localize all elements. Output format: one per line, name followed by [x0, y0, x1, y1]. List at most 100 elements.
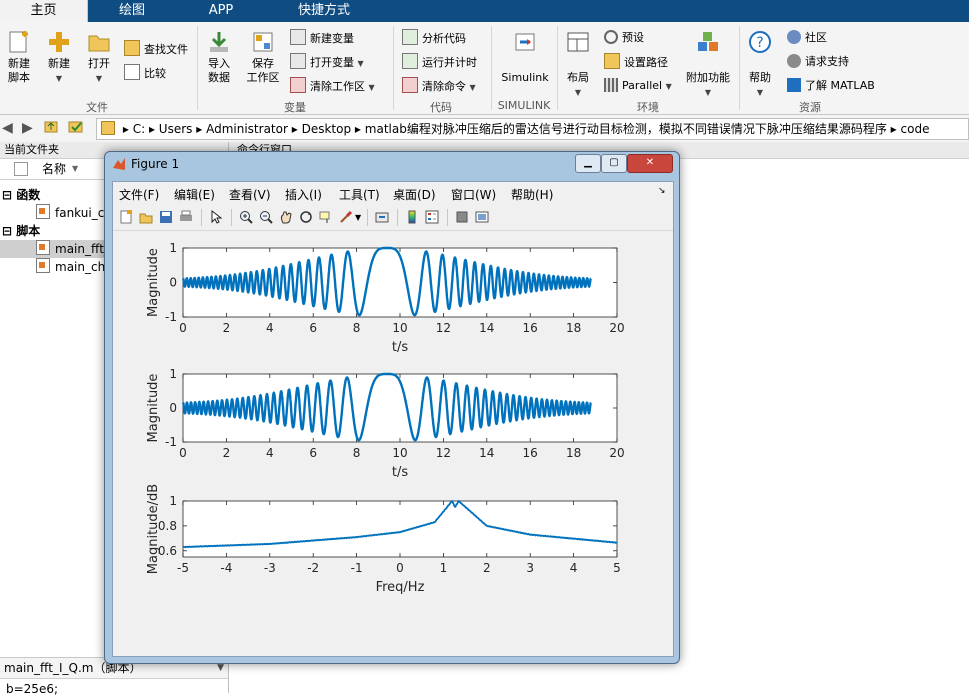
- parallel-button[interactable]: Parallel ▼: [604, 77, 672, 95]
- close-icon[interactable]: ✕: [627, 154, 673, 173]
- data-cursor-icon[interactable]: [319, 210, 333, 224]
- path-segment[interactable]: Desktop: [302, 122, 352, 136]
- figure-axes-canvas[interactable]: 0 2 4 6 8 10 12 14 16 18 20-101t/sMagnitude0 2 4 6 8 10…: [113, 231, 673, 655]
- open-file-icon[interactable]: [139, 210, 153, 224]
- community-button[interactable]: 社区: [787, 29, 827, 47]
- clear-workspace-button[interactable]: 清除工作区 ▼: [290, 77, 375, 95]
- request-support-button[interactable]: 请求支持: [787, 53, 849, 71]
- new-figure-icon[interactable]: [119, 210, 133, 224]
- path-segment[interactable]: C:: [133, 122, 145, 136]
- clear-workspace-icon: [290, 77, 306, 93]
- open-variable-button[interactable]: 打开变量 ▼: [290, 53, 364, 71]
- import-data-label: 导入 数据: [208, 57, 230, 84]
- list-item-selected[interactable]: main_fft_: [0, 240, 110, 258]
- menu-help[interactable]: 帮助(H): [511, 186, 553, 203]
- list-item[interactable]: fankui_ca: [36, 204, 112, 222]
- toolbar-divider: [367, 209, 368, 226]
- clear-commands-button[interactable]: 清除命令 ▼: [402, 77, 476, 95]
- pointer-icon[interactable]: [209, 210, 223, 224]
- link-icon[interactable]: [375, 210, 389, 224]
- analyze-code-label: 分析代码: [422, 32, 466, 45]
- list-item[interactable]: main_chi: [36, 258, 109, 276]
- save-workspace-button[interactable]: 保存 工作区: [244, 30, 282, 85]
- analyze-code-button[interactable]: 分析代码: [402, 29, 466, 47]
- set-path-button[interactable]: 设置路径: [604, 53, 668, 71]
- tree-group-functions[interactable]: ⊟ 函数: [2, 186, 40, 204]
- figure-title-bar[interactable]: Figure 1 ▁ ▢ ✕: [105, 152, 679, 178]
- path-segment[interactable]: Administrator: [206, 122, 288, 136]
- x-tick-label: 4: [266, 321, 274, 335]
- find-files-button[interactable]: 查找文件: [124, 40, 188, 58]
- community-icon: [787, 30, 801, 44]
- axes-box: [182, 500, 618, 558]
- path-segment[interactable]: Users: [159, 122, 193, 136]
- layout-label: 布局: [567, 71, 589, 84]
- y-tick-label: 0: [169, 276, 177, 290]
- learn-matlab-button[interactable]: 了解 MATLAB: [787, 77, 875, 95]
- maximize-icon[interactable]: ▢: [601, 154, 627, 173]
- folder-icon: [86, 30, 112, 54]
- print-icon[interactable]: [179, 210, 193, 224]
- new-variable-button[interactable]: 新建变量: [290, 29, 354, 47]
- menu-window[interactable]: 窗口(W): [451, 186, 496, 203]
- hide-plot-tools-icon[interactable]: [455, 210, 469, 224]
- zoom-in-icon[interactable]: [239, 210, 253, 224]
- menu-tools[interactable]: 工具(T): [339, 186, 380, 203]
- forward-arrow-icon[interactable]: ▶: [22, 120, 33, 136]
- preferences-button[interactable]: 预设: [604, 29, 644, 47]
- x-tick-label: 14: [479, 446, 494, 460]
- path-segment[interactable]: code: [901, 122, 930, 136]
- menu-desktop[interactable]: 桌面(D): [393, 186, 436, 203]
- minimize-icon[interactable]: ▁: [575, 154, 601, 173]
- figure-window[interactable]: Figure 1 ▁ ▢ ✕ 文件(F) 编辑(E) 查看(V) 插入(I) 工…: [104, 151, 680, 664]
- addons-button[interactable]: 附加功能 ▼: [684, 30, 732, 100]
- tab-plots[interactable]: 绘图: [88, 0, 176, 22]
- collapse-icon[interactable]: ⊟: [2, 188, 16, 202]
- open-variable-icon: [290, 53, 306, 69]
- menu-insert[interactable]: 插入(I): [285, 186, 322, 203]
- brush-dropdown-icon[interactable]: ▼: [355, 213, 361, 222]
- column-name[interactable]: 名称: [42, 159, 66, 179]
- run-and-time-button[interactable]: 运行并计时: [402, 53, 477, 71]
- new-button[interactable]: 新建 ▼: [44, 30, 74, 86]
- colorbar-icon[interactable]: [405, 210, 419, 224]
- zoom-out-icon[interactable]: [259, 210, 273, 224]
- toolbar-divider: [201, 209, 202, 226]
- simulink-button[interactable]: Simulink: [498, 30, 552, 85]
- menu-view[interactable]: 查看(V): [229, 186, 271, 203]
- legend-icon[interactable]: [425, 210, 439, 224]
- menu-file[interactable]: 文件(F): [119, 186, 159, 203]
- tree-group-scripts[interactable]: ⊟ 脚本: [2, 222, 40, 240]
- back-arrow-icon[interactable]: ◀: [2, 120, 13, 136]
- save-workspace-label: 保存 工作区: [246, 57, 280, 84]
- save-icon[interactable]: [159, 210, 173, 224]
- collapse-icon[interactable]: ⊟: [2, 224, 16, 238]
- file-group-label: 文件: [86, 101, 108, 114]
- rotate-icon[interactable]: [299, 210, 313, 224]
- open-button[interactable]: 打开 ▼: [84, 30, 114, 86]
- x-tick-label: 16: [523, 446, 538, 460]
- simulink-label: Simulink: [501, 71, 549, 84]
- menu-edit[interactable]: 编辑(E): [174, 186, 215, 203]
- x-tick-label: 14: [479, 321, 494, 335]
- layout-button[interactable]: 布局 ▼: [562, 30, 594, 100]
- compare-button[interactable]: 比较: [124, 64, 166, 82]
- tab-apps[interactable]: APP: [177, 0, 265, 22]
- x-axis-label: Freq/Hz: [376, 580, 425, 595]
- dock-arrow-icon[interactable]: ↘: [658, 186, 666, 196]
- tab-shortcuts[interactable]: 快捷方式: [266, 0, 382, 22]
- path-segment[interactable]: matlab编程对脉冲压缩后的雷达信号进行动目标检测，模拟不同错误情况下脉冲压缩…: [365, 122, 887, 136]
- up-folder-icon[interactable]: [44, 119, 58, 137]
- import-data-button[interactable]: 导入 数据: [203, 30, 235, 85]
- browse-folder-icon[interactable]: [68, 119, 84, 137]
- new-script-button[interactable]: 新建 脚本: [4, 30, 34, 85]
- show-plot-tools-icon[interactable]: [475, 210, 489, 224]
- current-folder-path[interactable]: ▸ C: ▸ Users ▸ Administrator ▸ Desktop ▸…: [96, 118, 969, 140]
- help-button[interactable]: ? 帮助 ▼: [744, 30, 776, 100]
- pan-icon[interactable]: [279, 210, 293, 224]
- select-all-checkbox[interactable]: [14, 162, 28, 176]
- y-axis-label: Magnitude/dB: [146, 484, 161, 574]
- tab-home[interactable]: 主页: [0, 0, 88, 22]
- open-label: 打开: [88, 57, 110, 70]
- brush-icon[interactable]: [339, 210, 353, 224]
